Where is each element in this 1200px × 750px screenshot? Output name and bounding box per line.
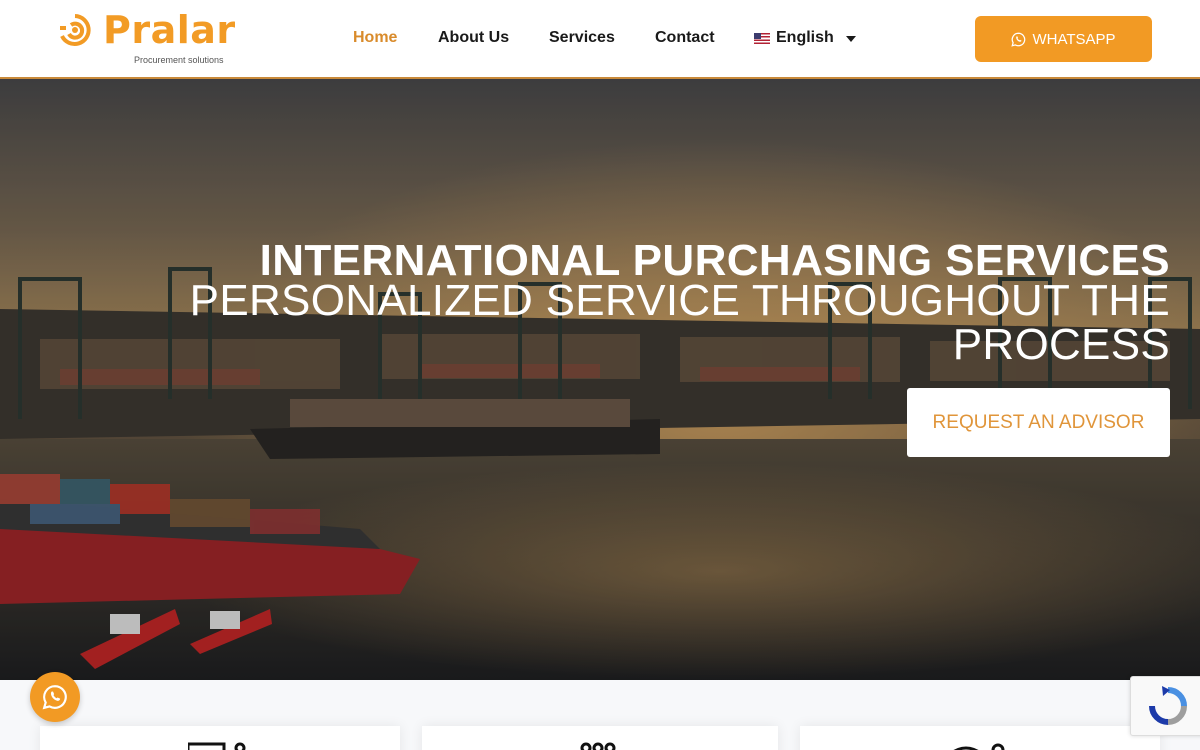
recaptcha-icon: [1149, 686, 1187, 725]
hero-background-image: [0, 79, 1200, 680]
whatsapp-button-label: WHATSAPP: [1032, 30, 1116, 48]
nav-contact[interactable]: Contact: [655, 29, 715, 47]
service-card[interactable]: [422, 726, 778, 750]
floating-whatsapp-button[interactable]: [30, 672, 80, 722]
recaptcha-badge[interactable]: [1130, 676, 1200, 736]
language-label: English: [776, 29, 834, 46]
language-selector[interactable]: English: [754, 29, 856, 47]
nav-home[interactable]: Home: [353, 29, 397, 47]
service-card-icon: [580, 742, 616, 750]
service-card[interactable]: [800, 726, 1160, 750]
whatsapp-button[interactable]: WHATSAPP: [975, 16, 1152, 62]
whatsapp-icon: [1011, 32, 1026, 47]
request-advisor-button[interactable]: REQUEST AN ADVISOR: [907, 388, 1170, 457]
service-card[interactable]: [40, 726, 400, 750]
services-section: [0, 680, 1200, 750]
whatsapp-icon: [42, 685, 67, 710]
service-card-icon: [953, 743, 1005, 750]
nav-services[interactable]: Services: [549, 29, 615, 47]
hero-section: INTERNATIONAL PURCHASING SERVICES PERSON…: [0, 79, 1200, 680]
service-card-icon: [188, 742, 246, 750]
main-nav: Home About Us Services Contact English: [0, 0, 900, 78]
hero-subtitle: PERSONALIZED SERVICE THROUGHOUT THE PROC…: [189, 276, 1170, 369]
us-flag-icon: [754, 32, 770, 44]
nav-about-us[interactable]: About Us: [438, 29, 509, 47]
site-header: Pralar Procurement solutions Home About …: [0, 0, 1200, 79]
chevron-down-icon: [845, 36, 856, 42]
